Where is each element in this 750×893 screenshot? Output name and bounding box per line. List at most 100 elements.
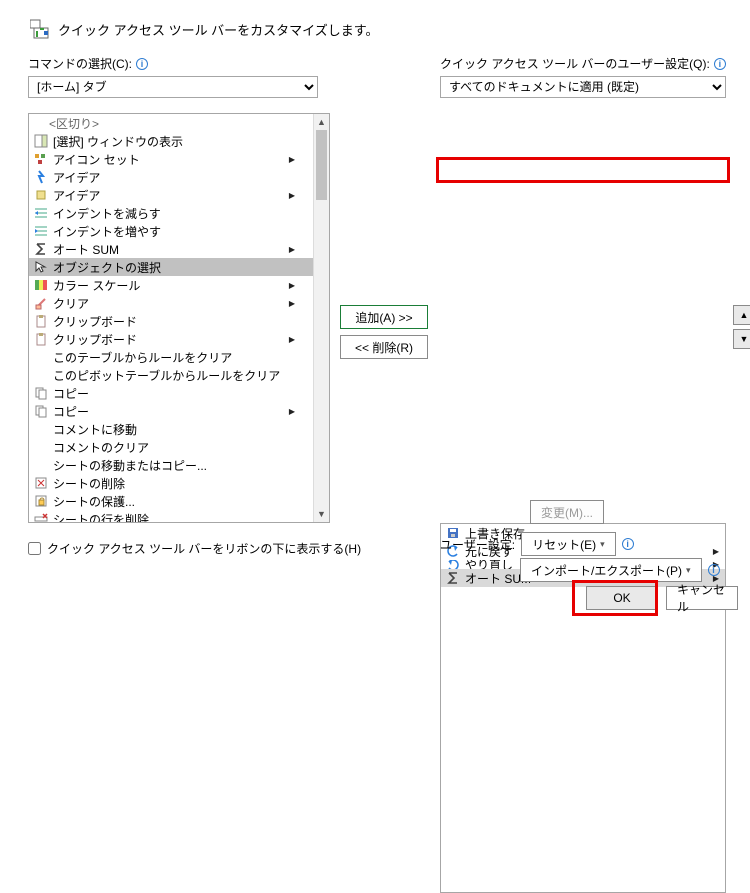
list-item-label: クリア [53, 295, 89, 312]
info-icon[interactable]: i [714, 58, 726, 70]
list-item[interactable]: このテーブルからルールをクリア [29, 348, 313, 366]
left-listbox[interactable]: <区切り>[選択] ウィンドウの表示アイコン セット ▶ アイデアアイデア ▶ インデン… [28, 113, 330, 523]
submenu-arrow-icon: ▶ [289, 335, 295, 344]
ok-button[interactable]: OK [586, 586, 658, 610]
list-item-label: コピー [53, 403, 89, 420]
list-item[interactable]: インデントを増やす [29, 222, 313, 240]
move-down-button[interactable]: ▼ [733, 329, 750, 349]
color-scale-icon [33, 277, 49, 293]
scroll-down-icon[interactable]: ▼ [314, 506, 329, 522]
icons-icon [33, 151, 49, 167]
list-item-label: オート SUM [53, 241, 119, 258]
list-item-label: コメントのクリア [53, 439, 149, 456]
list-item-label: クリップボード [53, 331, 137, 348]
list-item-label: このピボットテーブルからルールをクリア [53, 367, 280, 384]
info-icon[interactable]: i [136, 58, 148, 70]
show-below-ribbon-checkbox[interactable] [28, 542, 41, 555]
add-button[interactable]: 追加(A) >> [340, 305, 428, 329]
dialog-title-row: クイック アクセス ツール バーをカスタマイズします。 [30, 18, 379, 40]
submenu-arrow-icon: ▶ [289, 407, 295, 416]
command-choose-combo[interactable]: [ホーム] タブ [28, 76, 318, 98]
command-choose-label: コマンドの選択(C): [28, 55, 132, 72]
list-item-label: アイデア [53, 187, 100, 204]
cancel-button[interactable]: キャンセル [666, 586, 738, 610]
move-up-button[interactable]: ▲ [733, 305, 750, 325]
submenu-arrow-icon: ▶ [289, 281, 295, 290]
list-item[interactable]: インデントを減らす [29, 204, 313, 222]
list-item-label: <区切り> [49, 115, 99, 132]
idea-icon [33, 169, 49, 185]
list-item-label: インデントを増やす [53, 223, 161, 240]
list-item[interactable]: オート SUM ▶ [29, 240, 313, 258]
list-item-label: シートの移動またはコピー... [53, 457, 207, 474]
list-item-label: オブジェクトの選択 [53, 259, 161, 276]
list-item[interactable]: クリア ▶ [29, 294, 313, 312]
indent-dec-icon [33, 205, 49, 221]
user-settings-label: ユーザー設定: [440, 536, 515, 553]
list-item-label: シートの行を削除 [53, 511, 149, 523]
scroll-thumb[interactable] [316, 130, 327, 200]
list-item[interactable]: コピー [29, 384, 313, 402]
sheet-prot-icon [33, 493, 49, 509]
sigma-icon [445, 570, 461, 586]
info-icon[interactable]: i [708, 564, 720, 576]
list-item[interactable]: カラー スケール▶ [29, 276, 313, 294]
none-icon [33, 439, 49, 455]
copy2-icon [33, 403, 49, 419]
list-item[interactable]: クリップボード ▶ [29, 330, 313, 348]
none-icon [33, 367, 49, 383]
remove-button[interactable]: << 削除(R) [340, 335, 428, 359]
list-item[interactable]: アイコン セット ▶ [29, 150, 313, 168]
clipboard-icon [33, 313, 49, 329]
list-item-label: クリップボード [53, 313, 137, 330]
list-item-label: コメントに移動 [53, 421, 137, 438]
list-item[interactable]: コピー ▶ [29, 402, 313, 420]
left-scrollbar[interactable]: ▲ ▼ [313, 114, 329, 522]
list-item[interactable]: シートの行を削除 [29, 510, 313, 522]
list-item-label: コピー [53, 385, 89, 402]
reset-button[interactable]: リセット(E) [521, 532, 616, 556]
sigma-icon [33, 241, 49, 257]
list-item[interactable]: シートの移動またはコピー... [29, 456, 313, 474]
idea2-icon [33, 187, 49, 203]
select-icon [33, 259, 49, 275]
info-icon[interactable]: i [622, 538, 634, 550]
copy-icon [33, 385, 49, 401]
submenu-arrow-icon: ▶ [289, 299, 295, 308]
move-buttons: ▲ ▼ [733, 305, 750, 349]
list-item[interactable]: シートの削除 [29, 474, 313, 492]
list-item[interactable]: シートの保護... [29, 492, 313, 510]
list-item[interactable]: [選択] ウィンドウの表示 [29, 132, 313, 150]
list-item-label: シートの保護... [53, 493, 135, 510]
clear-icon [33, 295, 49, 311]
indent-inc-icon [33, 223, 49, 239]
scroll-up-icon[interactable]: ▲ [314, 114, 329, 130]
submenu-arrow-icon: ▶ [289, 191, 295, 200]
footer-buttons: OK キャンセル [586, 586, 738, 610]
list-item-label: アイコン セット [53, 151, 140, 168]
list-item[interactable]: オブジェクトの選択 [29, 258, 313, 276]
list-item[interactable]: <区切り> [29, 114, 313, 132]
list-item[interactable]: このピボットテーブルからルールをクリア [29, 366, 313, 384]
qat-scope-combo[interactable]: すべてのドキュメントに適用 (既定) [440, 76, 726, 98]
list-item[interactable]: コメントのクリア [29, 438, 313, 456]
list-item[interactable]: アイデア [29, 168, 313, 186]
list-item-label: シートの削除 [53, 475, 125, 492]
import-export-row: インポート/エクスポート(P) i [520, 558, 720, 582]
pane-icon [33, 133, 49, 149]
list-item[interactable]: コメントに移動 [29, 420, 313, 438]
list-item[interactable]: クリップボード [29, 312, 313, 330]
sheet-del-icon [33, 475, 49, 491]
redo-icon [445, 560, 461, 569]
show-below-ribbon-row[interactable]: クイック アクセス ツール バーをリボンの下に表示する(H) [28, 540, 361, 557]
import-export-button[interactable]: インポート/エクスポート(P) [520, 558, 702, 582]
user-settings-row: ユーザー設定: リセット(E) i [440, 532, 634, 556]
list-item[interactable]: アイデア ▶ [29, 186, 313, 204]
right-column: クイック アクセス ツール バーのユーザー設定(Q): i すべてのドキュメント… [440, 55, 740, 98]
command-choose-label-row: コマンドの選択(C): i [28, 55, 328, 72]
submenu-arrow-icon: ▶ [289, 155, 295, 164]
qat-user-label: クイック アクセス ツール バーのユーザー設定(Q): [440, 55, 710, 72]
submenu-arrow-icon: ▶ [289, 245, 295, 254]
none-icon [33, 421, 49, 437]
modify-button: 変更(M)... [530, 500, 604, 524]
